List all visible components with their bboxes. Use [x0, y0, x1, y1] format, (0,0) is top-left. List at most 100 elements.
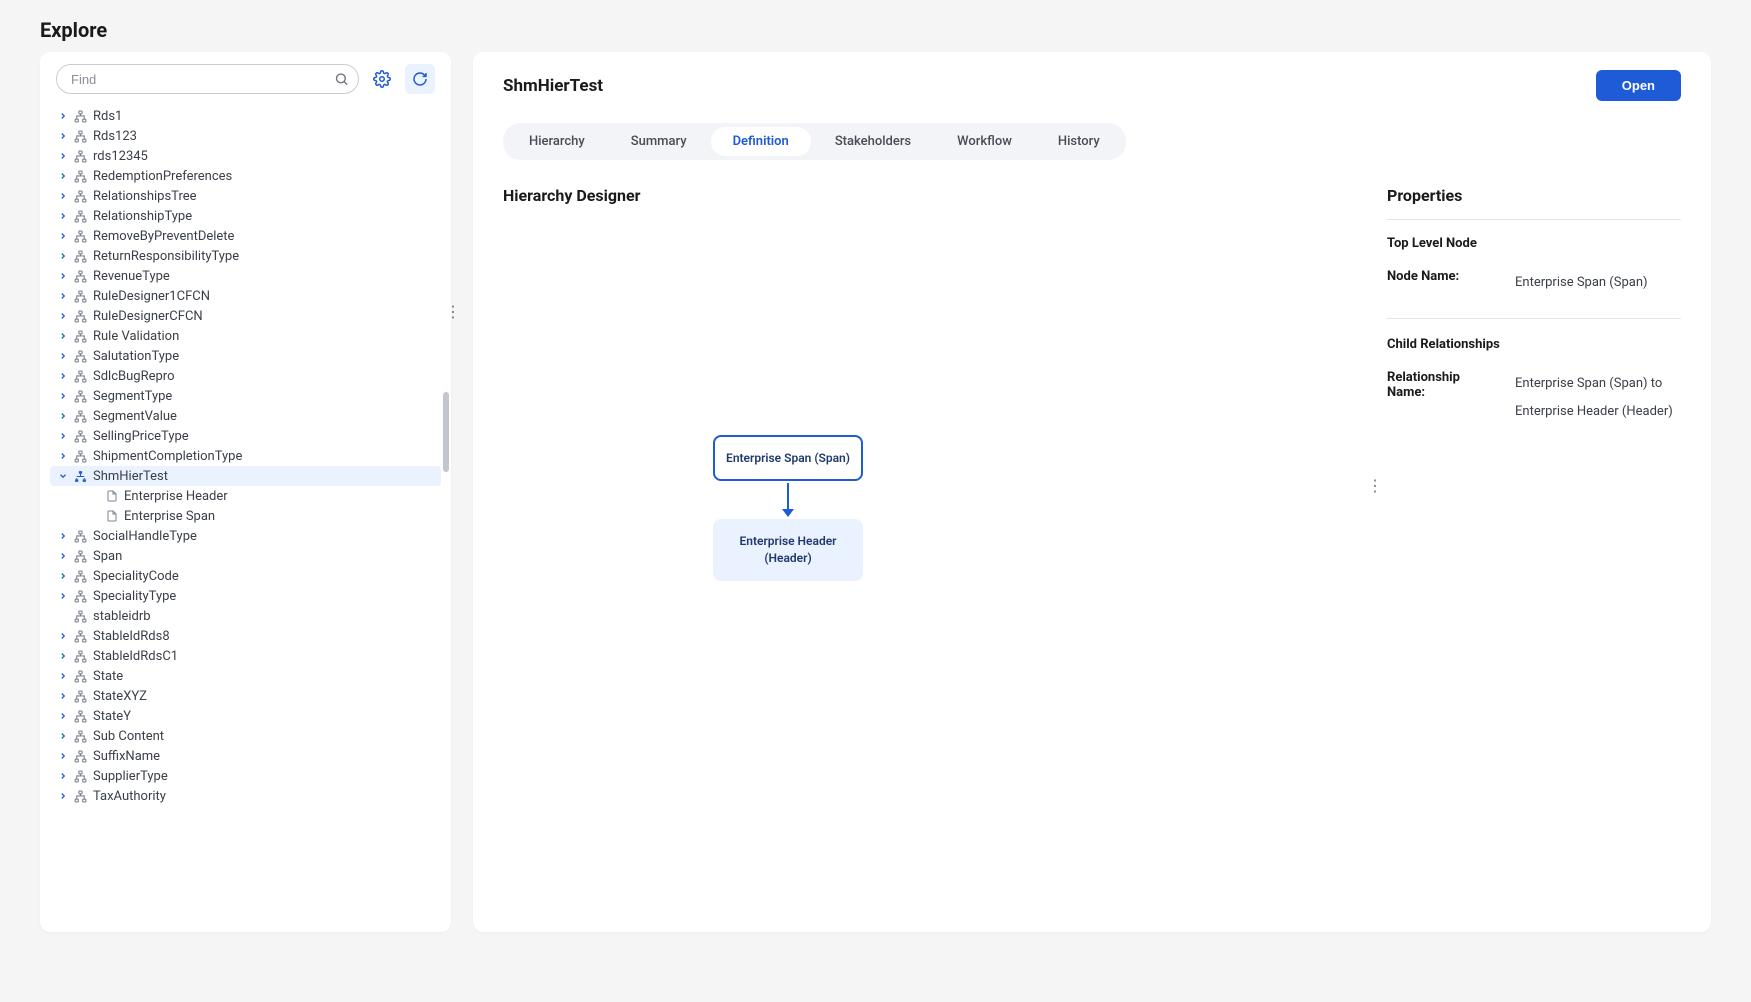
refresh-button[interactable] — [405, 64, 435, 94]
tree-item-label: SegmentType — [93, 389, 172, 404]
tree-item-label: stableidrb — [93, 609, 151, 624]
sitemap-icon — [74, 330, 87, 343]
tree-item[interactable]: RemoveByPreventDelete — [50, 226, 441, 246]
sitemap-icon — [74, 290, 87, 303]
tree-item[interactable]: StateY — [50, 706, 441, 726]
tree-item[interactable]: SocialHandleType — [50, 526, 441, 546]
node-parent[interactable]: Enterprise Span (Span) — [713, 435, 863, 481]
search-input[interactable] — [56, 64, 359, 94]
tree-item[interactable]: State — [50, 666, 441, 686]
designer-canvas[interactable]: Enterprise Span (Span) Enterprise Header… — [503, 205, 1361, 785]
chevron-right-icon[interactable] — [58, 331, 68, 341]
relationship-name-value: Enterprise Span (Span) to Enterprise Hea… — [1515, 370, 1681, 427]
tree-item[interactable]: ShmHierTest — [50, 466, 441, 486]
chevron-right-icon[interactable] — [58, 591, 68, 601]
tree-item-label: State — [93, 669, 123, 684]
chevron-right-icon[interactable] — [58, 431, 68, 441]
scrollbar-thumb[interactable] — [443, 392, 449, 472]
chevron-right-icon[interactable] — [58, 391, 68, 401]
tree-item[interactable]: RelationshipsTree — [50, 186, 441, 206]
sitemap-icon — [74, 170, 87, 183]
tree-item[interactable]: SuffixName — [50, 746, 441, 766]
chevron-right-icon[interactable] — [58, 271, 68, 281]
tree-item[interactable]: SpecialityCode — [50, 566, 441, 586]
tree-item[interactable]: rds12345 — [50, 146, 441, 166]
tab-summary[interactable]: Summary — [609, 127, 709, 156]
tree-item[interactable]: Rule Validation — [50, 326, 441, 346]
properties-drag-handle[interactable]: ⋮ — [1367, 476, 1383, 495]
chevron-right-icon[interactable] — [58, 191, 68, 201]
chevron-right-icon[interactable] — [58, 791, 68, 801]
chevron-right-icon[interactable] — [58, 111, 68, 121]
tree-item[interactable]: RuleDesignerCFCN — [50, 306, 441, 326]
chevron-right-icon[interactable] — [58, 291, 68, 301]
tree-child-item[interactable]: Enterprise Span — [50, 506, 441, 526]
tree-item-label: Rds1 — [93, 109, 122, 124]
tree-item[interactable]: RuleDesigner1CFCN — [50, 286, 441, 306]
tree-item[interactable]: SegmentType — [50, 386, 441, 406]
tree-item[interactable]: StableIdRds8 — [50, 626, 441, 646]
chevron-right-icon[interactable] — [58, 531, 68, 541]
tab-workflow[interactable]: Workflow — [935, 127, 1034, 156]
chevron-right-icon[interactable] — [58, 631, 68, 641]
open-button[interactable]: Open — [1596, 70, 1681, 101]
tree-item-label: ShmHierTest — [93, 469, 168, 484]
section-top-level-node: Top Level Node — [1387, 236, 1681, 251]
tree-child-item[interactable]: Enterprise Header — [50, 486, 441, 506]
tree-item[interactable]: ReturnResponsibilityType — [50, 246, 441, 266]
tree-item-label: TaxAuthority — [93, 789, 166, 804]
tree-item[interactable]: StableIdRdsC1 — [50, 646, 441, 666]
chevron-right-icon[interactable] — [58, 711, 68, 721]
chevron-right-icon[interactable] — [58, 751, 68, 761]
tree-item-label: StateXYZ — [93, 689, 147, 704]
tree-item[interactable]: ShipmentCompletionType — [50, 446, 441, 466]
tab-history[interactable]: History — [1036, 127, 1122, 156]
tree-item[interactable]: Rds1 — [50, 106, 441, 126]
tab-hierarchy[interactable]: Hierarchy — [507, 127, 607, 156]
tree-item[interactable]: TaxAuthority — [50, 786, 441, 806]
tree-item[interactable]: SegmentValue — [50, 406, 441, 426]
chevron-down-icon[interactable] — [58, 471, 68, 481]
chevron-right-icon[interactable] — [58, 311, 68, 321]
settings-button[interactable] — [367, 64, 397, 94]
chevron-right-icon[interactable] — [58, 211, 68, 221]
chevron-right-icon[interactable] — [58, 451, 68, 461]
chevron-right-icon[interactable] — [58, 231, 68, 241]
hierarchy-icon — [74, 470, 87, 483]
chevron-right-icon[interactable] — [58, 371, 68, 381]
tree-item[interactable]: SalutationType — [50, 346, 441, 366]
chevron-right-icon[interactable] — [58, 171, 68, 181]
tree-item[interactable]: SpecialityType — [50, 586, 441, 606]
tree-item[interactable]: RevenueType — [50, 266, 441, 286]
tree-item[interactable]: SdlcBugRepro — [50, 366, 441, 386]
chevron-right-icon[interactable] — [58, 671, 68, 681]
chevron-right-icon[interactable] — [58, 731, 68, 741]
chevron-right-icon[interactable] — [58, 351, 68, 361]
tree-item[interactable]: Span — [50, 546, 441, 566]
sitemap-icon — [74, 110, 87, 123]
sitemap-icon — [74, 210, 87, 223]
chevron-right-icon[interactable] — [58, 691, 68, 701]
chevron-right-icon[interactable] — [58, 411, 68, 421]
panel-drag-handle[interactable]: ⋮ — [445, 302, 459, 321]
tree-item[interactable]: SupplierType — [50, 766, 441, 786]
tab-stakeholders[interactable]: Stakeholders — [813, 127, 933, 156]
tree-item-label: RuleDesigner1CFCN — [93, 289, 210, 304]
chevron-right-icon[interactable] — [58, 571, 68, 581]
tree-item[interactable]: Rds123 — [50, 126, 441, 146]
tree-item[interactable]: StateXYZ — [50, 686, 441, 706]
chevron-right-icon[interactable] — [58, 771, 68, 781]
sitemap-icon — [74, 570, 87, 583]
tree-item[interactable]: RedemptionPreferences — [50, 166, 441, 186]
tree-item[interactable]: Sub Content — [50, 726, 441, 746]
tree-item[interactable]: RelationshipType — [50, 206, 441, 226]
chevron-right-icon[interactable] — [58, 131, 68, 141]
node-child[interactable]: Enterprise Header (Header) — [713, 519, 863, 581]
chevron-right-icon[interactable] — [58, 251, 68, 261]
chevron-right-icon[interactable] — [58, 651, 68, 661]
tree-item[interactable]: SellingPriceType — [50, 426, 441, 446]
chevron-right-icon[interactable] — [58, 551, 68, 561]
chevron-right-icon[interactable] — [58, 151, 68, 161]
tree-item[interactable]: stableidrb — [50, 606, 441, 626]
tab-definition[interactable]: Definition — [711, 127, 811, 156]
